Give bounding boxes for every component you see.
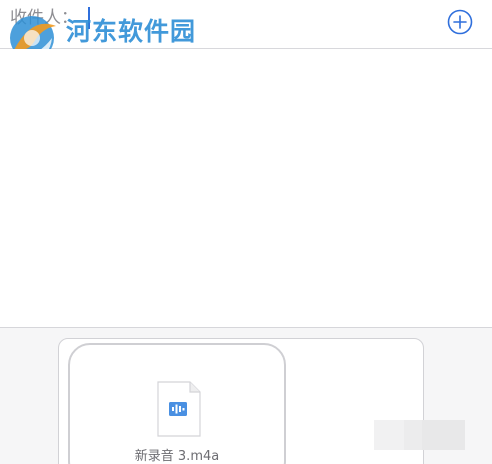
keyboard-key-ghost: [374, 420, 404, 450]
compose-area: 新录音 3.m4a: [0, 328, 492, 464]
keyboard-key-ghost: [404, 420, 422, 450]
attachment-card[interactable]: 新录音 3.m4a: [68, 343, 286, 464]
recipient-label: 收件人：: [10, 8, 78, 28]
keyboard-key-ghost: [422, 420, 465, 450]
text-cursor: [88, 7, 90, 29]
audio-file-icon: [157, 381, 201, 437]
add-contact-button[interactable]: [447, 9, 473, 35]
message-compose-screen: 收件人： 河东软件园 www.pc0359.cn: [0, 0, 492, 464]
message-list-area: [0, 49, 492, 327]
recipient-bar[interactable]: 收件人：: [0, 0, 492, 48]
attachment-file-name: 新录音 3.m4a: [134, 449, 220, 464]
plus-circle-icon: [447, 9, 473, 35]
